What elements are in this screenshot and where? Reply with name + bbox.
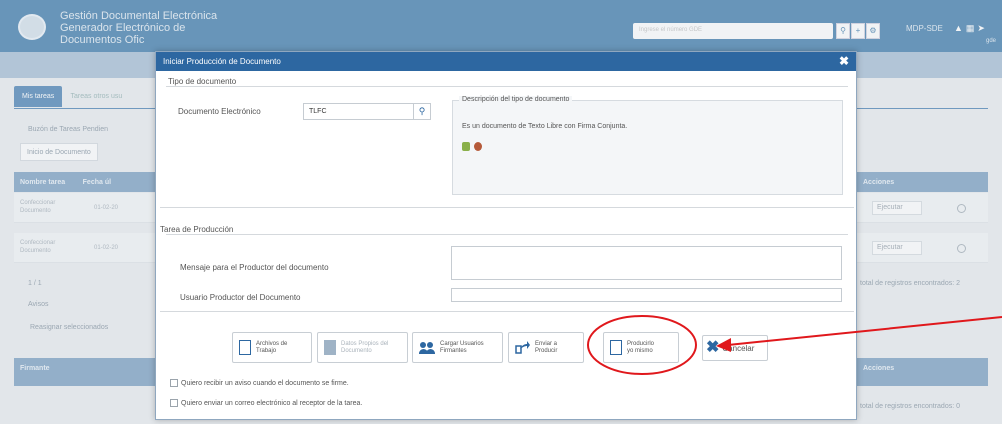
annotation-arrow-head <box>716 338 731 352</box>
annotation-overlay <box>587 315 1002 375</box>
annotation-arrow-line <box>727 316 1002 346</box>
highlight-circle <box>587 315 697 375</box>
